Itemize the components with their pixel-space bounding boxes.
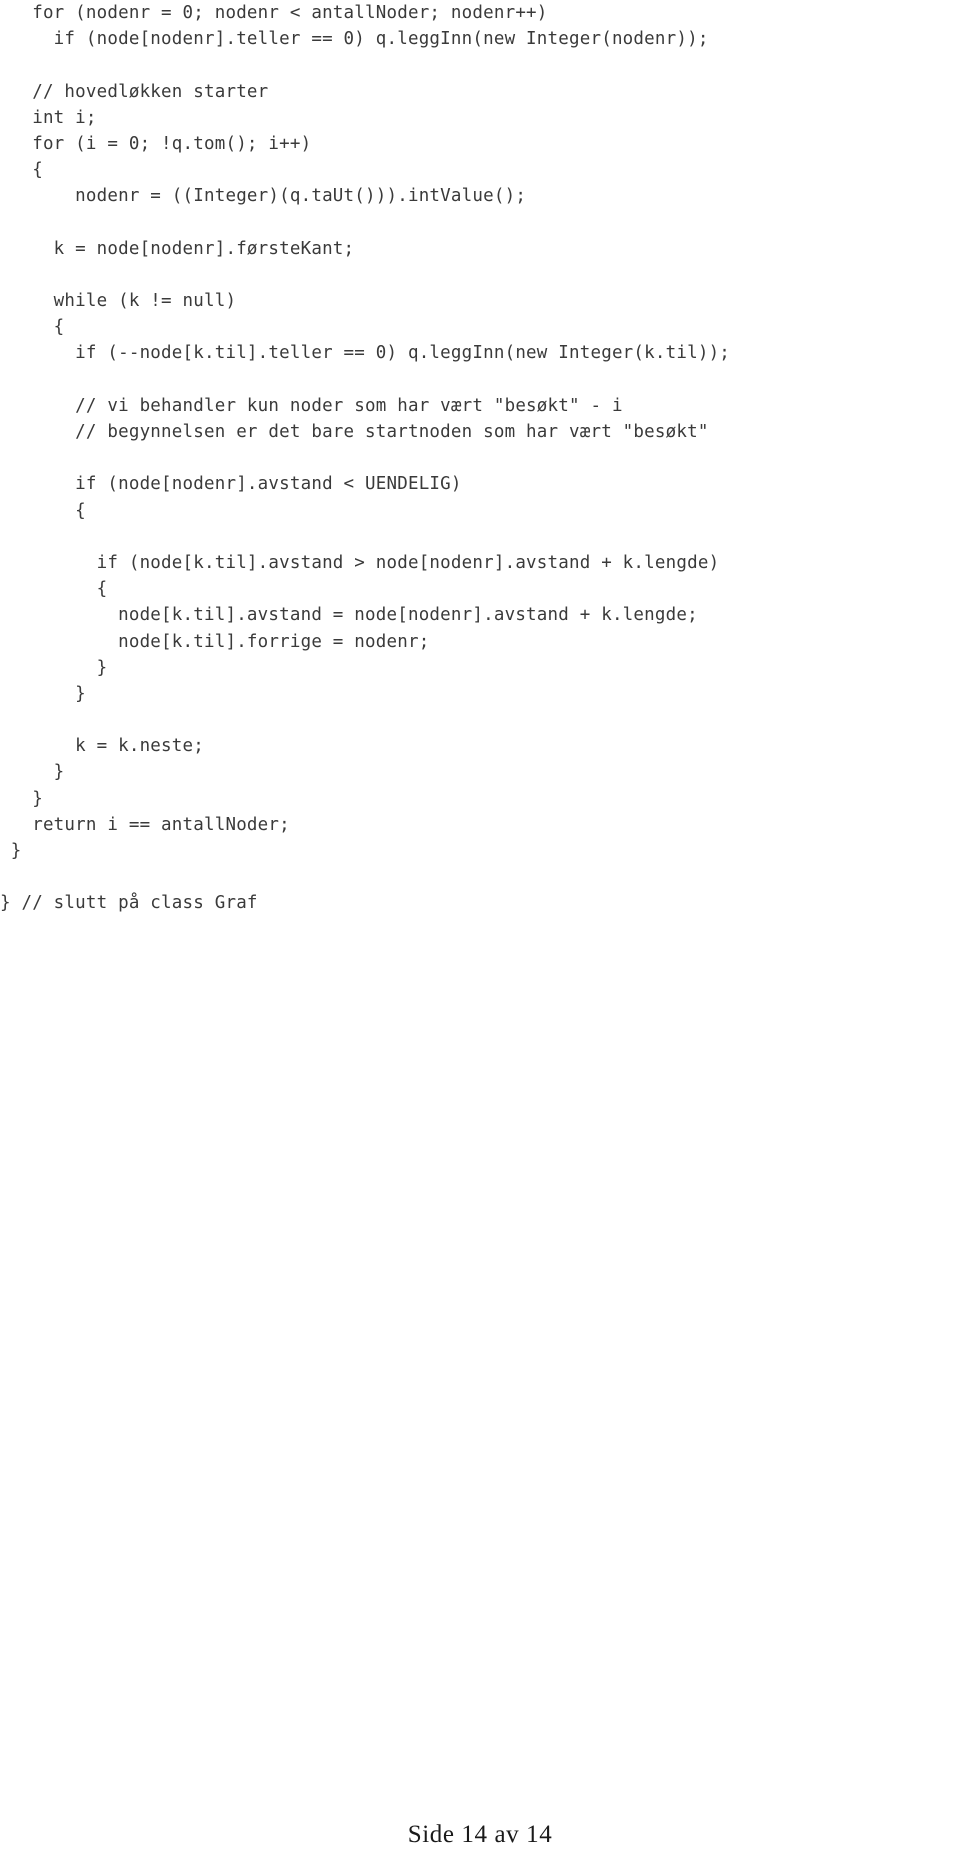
code-line: if (node[nodenr].avstand < UENDELIG) [0,474,462,495]
code-line: // hovedløkken starter [0,81,269,102]
code-line: } [0,841,22,861]
document-page: for (nodenr = 0; nodenr < antallNoder; n… [0,0,960,1855]
code-line: { [0,579,108,600]
code-line: } [0,683,86,704]
code-line: k = node[nodenr].førsteKant; [0,238,355,259]
code-line: } // slutt på class Graf [0,893,258,914]
page-number-label: Side 14 av 14 [407,1821,553,1848]
code-line: k = k.neste; [0,736,204,757]
code-line: if (node[nodenr].teller == 0) q.leggInn(… [0,29,709,50]
code-line: nodenr = ((Integer)(q.taUt())).intValue(… [0,186,527,207]
code-line: node[k.til].avstand = node[nodenr].avsta… [0,605,698,626]
code-line: // vi behandler kun noder som har vært "… [0,395,623,416]
code-line: // begynnelsen er det bare startnoden so… [0,422,709,442]
code-line: { [0,500,86,521]
code-line: } [0,762,65,783]
code-line: { [0,160,43,181]
code-line: } [0,788,43,809]
code-line: { [0,317,65,338]
code-line: if (--node[k.til].teller == 0) q.leggInn… [0,343,731,364]
page-footer: Side 14 av 14 [0,1821,960,1849]
code-listing: for (nodenr = 0; nodenr < antallNoder; n… [0,0,960,917]
code-line: node[k.til].forrige = nodenr; [0,631,430,652]
code-line: } [0,657,108,678]
code-line: if (node[k.til].avstand > node[nodenr].a… [0,552,720,573]
code-line: while (k != null) [0,291,237,312]
code-line: for (i = 0; !q.tom(); i++) [0,133,312,154]
code-line: int i; [0,107,97,128]
code-line: return i == antallNoder; [0,814,290,835]
code-line: for (nodenr = 0; nodenr < antallNoder; n… [0,3,548,23]
